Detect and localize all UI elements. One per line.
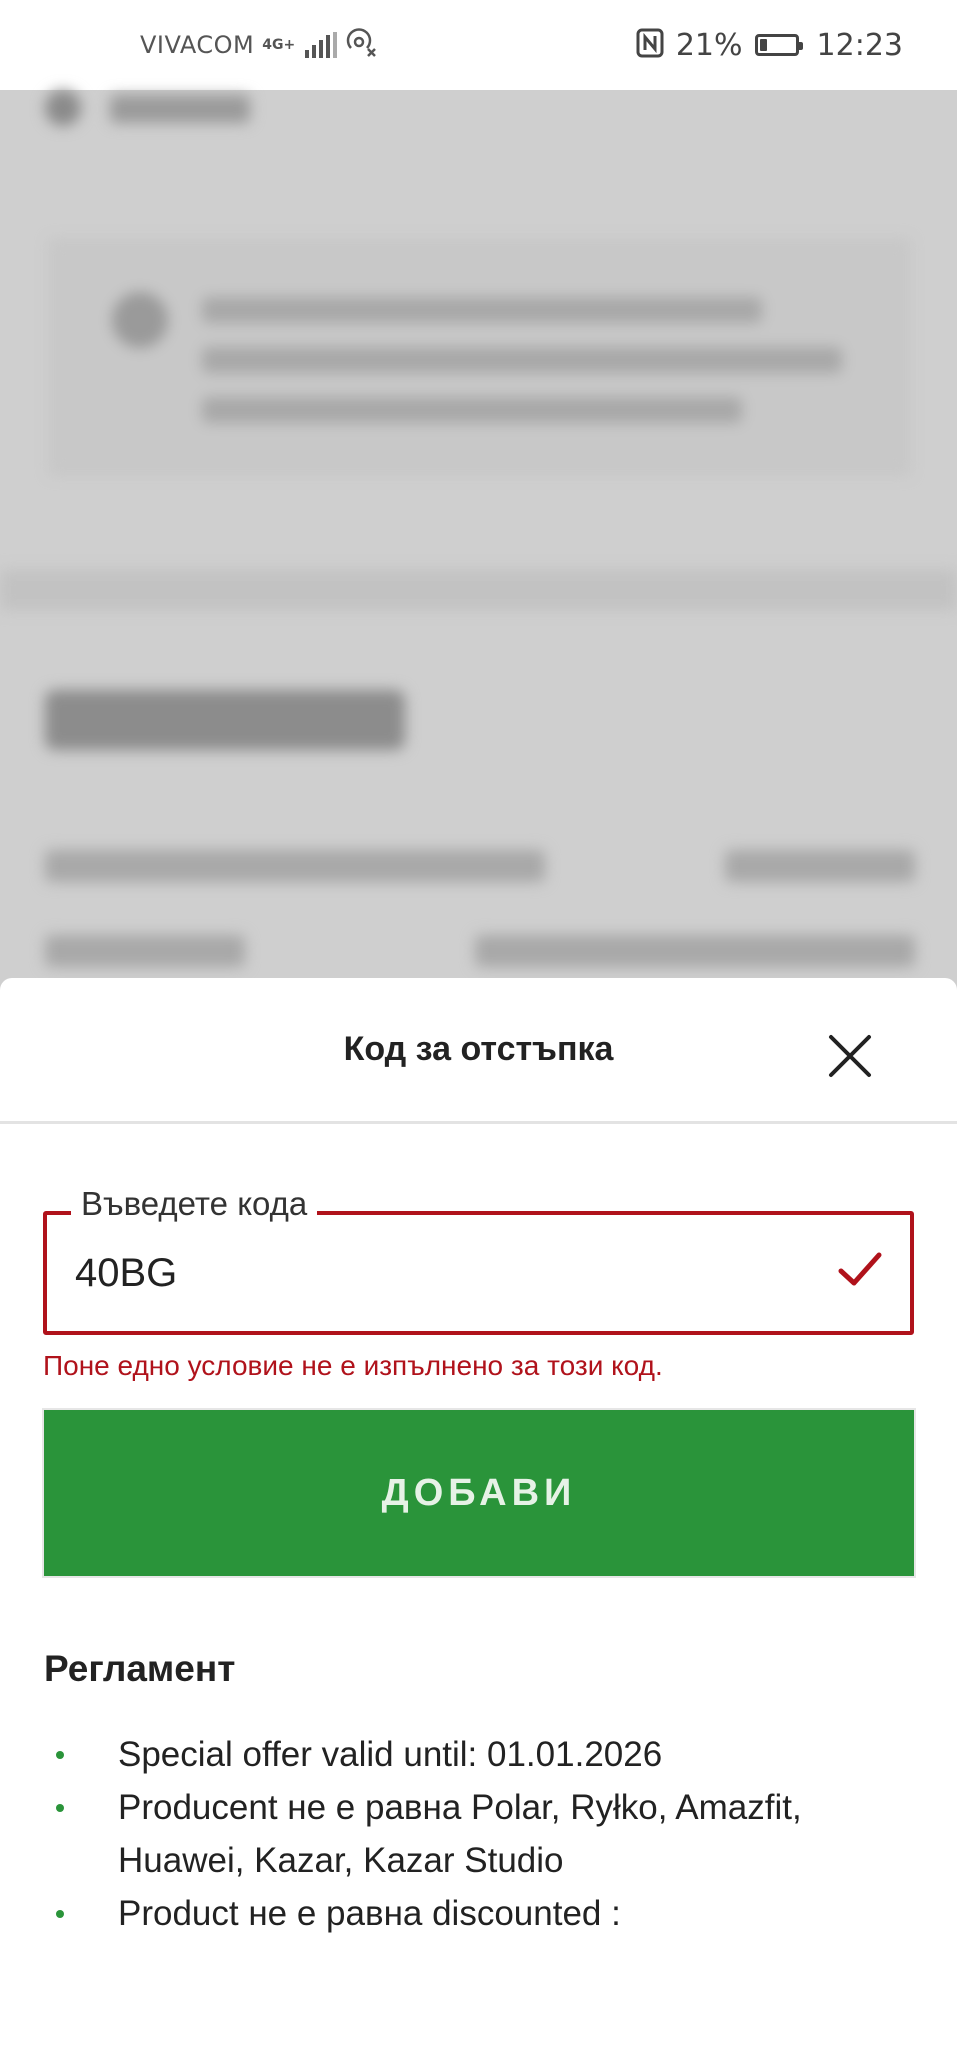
rules-heading: Регламент xyxy=(44,1648,236,1689)
rules-list-item: Producent не е равна Polar, Ryłko, Amazf… xyxy=(44,1781,904,1887)
bullet-icon xyxy=(56,1804,64,1812)
rules-list: Special offer valid until: 01.01.2026 Pr… xyxy=(44,1728,904,1940)
battery-icon xyxy=(754,34,803,56)
hotspot-icon xyxy=(345,28,379,62)
bg-line xyxy=(202,297,762,323)
clock: 12:23 xyxy=(816,27,903,63)
carrier-name: VIVACOM xyxy=(140,31,255,59)
add-button[interactable]: ДОБАВИ xyxy=(42,1408,916,1578)
bg-line xyxy=(45,935,245,967)
bg-line xyxy=(475,935,915,967)
bg-line xyxy=(45,850,545,882)
close-button[interactable] xyxy=(820,1026,880,1086)
bg-divider xyxy=(0,570,957,610)
checkmark-icon xyxy=(838,1252,882,1286)
rules-list-item: Product не е равна discounted : xyxy=(44,1887,904,1940)
blurred-background-page xyxy=(0,90,957,990)
battery-fill xyxy=(759,39,767,51)
bg-icon xyxy=(45,90,81,126)
bullet-icon xyxy=(56,1751,64,1759)
code-input[interactable]: 40BG xyxy=(75,1251,177,1296)
discount-code-field[interactable]: Въведете кода 40BG xyxy=(43,1185,914,1335)
rule-text: Special offer valid until: 01.01.2026 xyxy=(118,1735,663,1774)
rule-text: Producent не е равна Polar, Ryłko, Amazf… xyxy=(118,1788,802,1880)
signal-icon xyxy=(305,32,338,58)
nfc-icon xyxy=(636,28,664,62)
status-left: VIVACOM 4G+ xyxy=(140,28,379,62)
bg-heading xyxy=(45,690,405,750)
battery-percent: 21% xyxy=(675,27,743,63)
close-icon xyxy=(829,1035,871,1077)
bg-line xyxy=(725,850,915,882)
code-field-label: Въведете кода xyxy=(71,1185,318,1223)
status-right: 21% 12:23 xyxy=(636,28,903,63)
bg-info-icon xyxy=(112,292,168,348)
sheet-title: Код за отстъпка xyxy=(343,1030,614,1068)
discount-code-sheet: Код за отстъпка Въведете кода 40BG Поне … xyxy=(0,978,957,2048)
bullet-icon xyxy=(56,1910,64,1918)
status-bar: VIVACOM 4G+ 21% 12:23 xyxy=(0,0,957,90)
error-message: Поне едно условие не е изпълнено за този… xyxy=(43,1350,663,1381)
bg-line xyxy=(202,397,742,423)
bg-info-card xyxy=(50,240,909,474)
sheet-header: Код за отстъпка xyxy=(0,978,957,1124)
bg-line xyxy=(202,347,842,373)
network-type: 4G+ xyxy=(262,37,296,53)
rules-list-item: Special offer valid until: 01.01.2026 xyxy=(44,1728,904,1781)
bg-text xyxy=(110,95,250,123)
rule-text: Product не е равна discounted : xyxy=(118,1894,621,1933)
